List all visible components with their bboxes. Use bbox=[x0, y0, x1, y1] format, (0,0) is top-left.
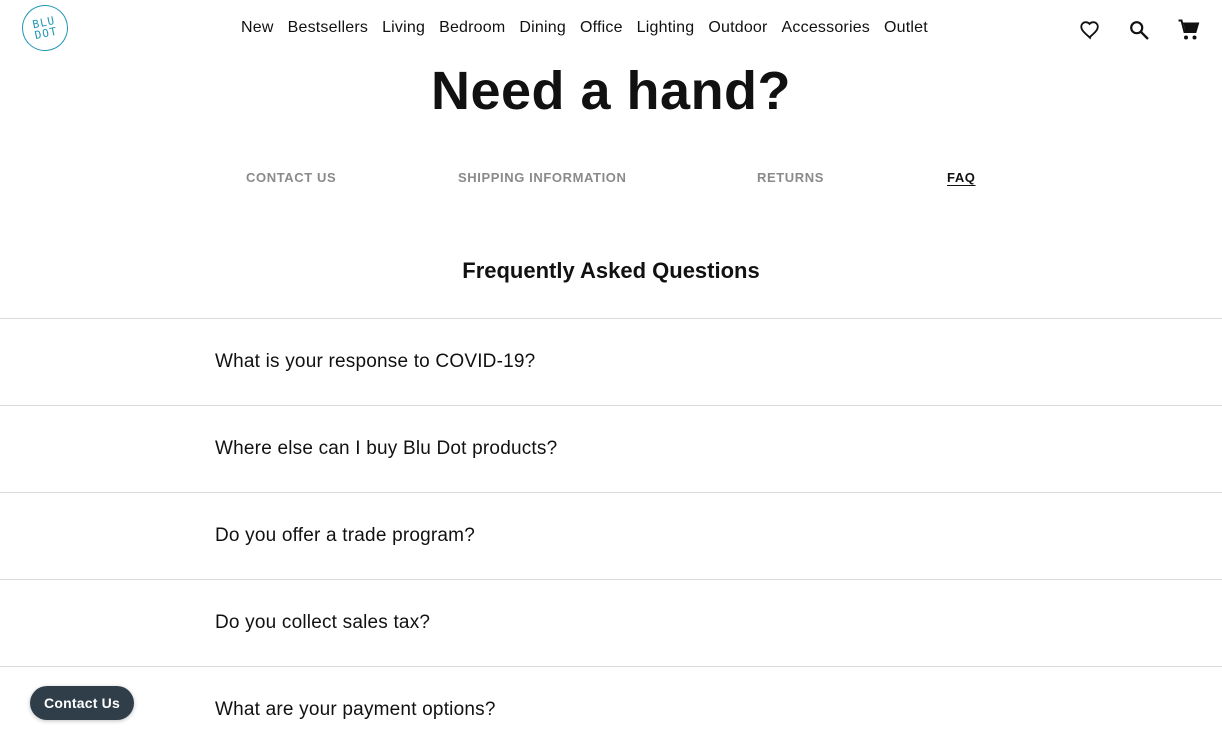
faq-item[interactable]: Where else can I buy Blu Dot products? bbox=[0, 405, 1222, 492]
faq-question: Do you offer a trade program? bbox=[215, 525, 475, 546]
cart-icon[interactable] bbox=[1177, 18, 1201, 42]
heart-icon[interactable] bbox=[1078, 18, 1102, 42]
faq-list: What is your response to COVID-19? Where… bbox=[0, 318, 1222, 742]
tab-shipping-information[interactable]: SHIPPING INFORMATION bbox=[458, 170, 626, 185]
faq-item[interactable]: Do you offer a trade program? bbox=[0, 492, 1222, 579]
help-tabs: CONTACT US SHIPPING INFORMATION RETURNS … bbox=[0, 170, 1222, 190]
tab-returns[interactable]: RETURNS bbox=[757, 170, 824, 185]
page-title: Need a hand? bbox=[430, 61, 792, 121]
nav-office[interactable]: Office bbox=[580, 19, 623, 37]
nav-living[interactable]: Living bbox=[382, 19, 425, 37]
search-icon[interactable] bbox=[1127, 18, 1151, 42]
faq-question: What is your response to COVID-19? bbox=[215, 351, 536, 372]
faq-item[interactable]: Do you collect sales tax? bbox=[0, 579, 1222, 666]
nav-bedroom[interactable]: Bedroom bbox=[439, 19, 505, 37]
nav-bestsellers[interactable]: Bestsellers bbox=[288, 19, 368, 37]
nav-accessories[interactable]: Accessories bbox=[782, 19, 870, 37]
site-header: BLU DOT New Bestsellers Living Bedroom D… bbox=[0, 0, 1222, 60]
page: BLU DOT New Bestsellers Living Bedroom D… bbox=[0, 0, 1222, 742]
faq-item[interactable]: What are your payment options? bbox=[0, 666, 1222, 742]
blu-dot-logo[interactable]: BLU DOT bbox=[17, 0, 73, 56]
faq-question: What are your payment options? bbox=[215, 699, 496, 720]
logo-line-2: DOT bbox=[33, 24, 59, 43]
nav-dining[interactable]: Dining bbox=[519, 19, 566, 37]
faq-heading: Frequently Asked Questions bbox=[462, 258, 760, 283]
nav-lighting[interactable]: Lighting bbox=[637, 19, 695, 37]
faq-item[interactable]: What is your response to COVID-19? bbox=[0, 318, 1222, 405]
faq-question: Do you collect sales tax? bbox=[215, 612, 431, 633]
tab-faq[interactable]: FAQ bbox=[947, 170, 976, 185]
faq-question: Where else can I buy Blu Dot products? bbox=[215, 438, 558, 459]
nav-outdoor[interactable]: Outdoor bbox=[708, 19, 767, 37]
nav-outlet[interactable]: Outlet bbox=[884, 19, 928, 37]
tab-contact-us[interactable]: CONTACT US bbox=[246, 170, 336, 185]
nav-new[interactable]: New bbox=[241, 19, 274, 37]
contact-us-button[interactable]: Contact Us bbox=[30, 686, 134, 720]
main-nav: New Bestsellers Living Bedroom Dining Of… bbox=[241, 19, 928, 37]
